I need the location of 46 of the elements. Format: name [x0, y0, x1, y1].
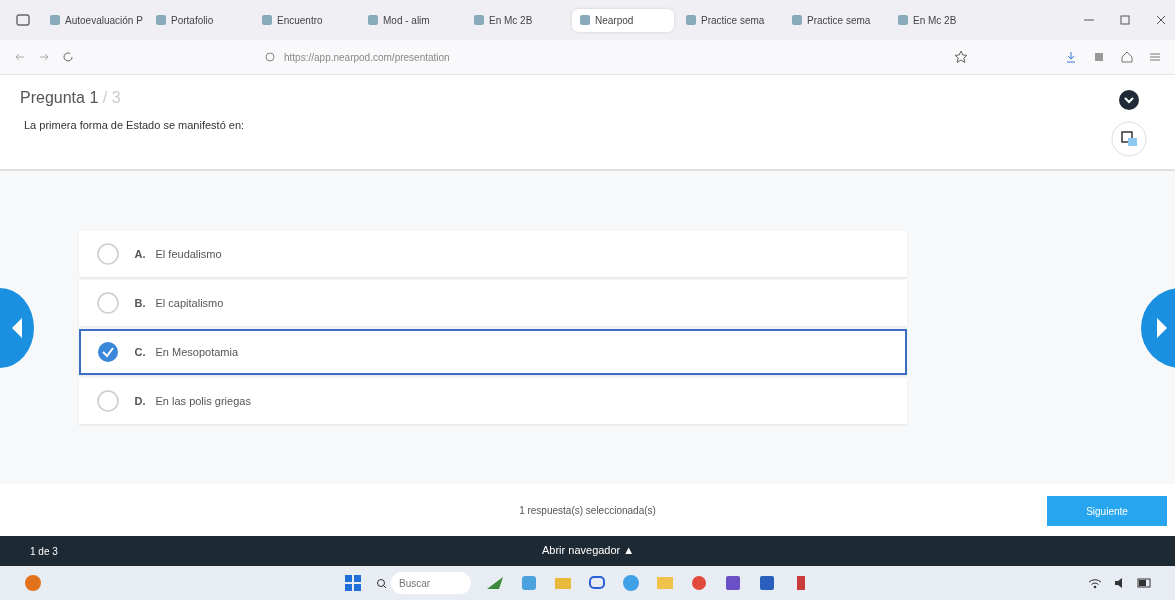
weather-icon[interactable] — [22, 572, 44, 594]
browser-tab[interactable]: En Mc 2B — [466, 8, 568, 32]
open-navigator-button[interactable]: Abrir navegador ▲ — [540, 542, 637, 558]
browser-tab[interactable]: Nearpod — [572, 8, 674, 32]
reload-icon[interactable] — [62, 51, 74, 63]
app-icon[interactable] — [757, 573, 777, 593]
star-icon[interactable] — [954, 50, 968, 64]
menu-icon[interactable] — [1149, 51, 1161, 63]
app-icon[interactable] — [519, 573, 539, 593]
previous-button[interactable] — [0, 287, 34, 368]
question-text: La primera forma de Estado se manifestó en: — [24, 119, 245, 131]
app-icon[interactable] — [723, 573, 743, 593]
answer-option[interactable]: A. El feudalismo — [78, 231, 907, 277]
answer-option[interactable]: D. En las polis griegas — [78, 378, 907, 424]
download-icon[interactable] — [1065, 51, 1077, 63]
back-icon[interactable] — [14, 51, 26, 63]
answer-option[interactable]: C. En Mesopotamia — [78, 329, 907, 375]
browser-tab[interactable]: Autoevaluación P — [42, 8, 144, 32]
selection-status: 1 respuesta(s) seleccionada(s) — [519, 504, 656, 516]
app-icon[interactable] — [621, 573, 641, 593]
close-icon[interactable] — [1155, 14, 1167, 26]
browser-tab[interactable]: Practice sema — [784, 8, 886, 32]
slide-counter: 1 de 3 — [30, 545, 58, 557]
taskbar-search-field[interactable]: Buscar — [391, 572, 471, 594]
next-arrow-button[interactable] — [1141, 287, 1175, 368]
app-icon[interactable] — [689, 573, 709, 593]
search-icon[interactable] — [376, 577, 387, 589]
radio-icon — [96, 243, 119, 265]
home-icon[interactable] — [1121, 51, 1133, 63]
browser-tab[interactable]: Mod - alim — [360, 8, 462, 32]
checked-radio-icon — [96, 341, 119, 363]
battery-icon — [1137, 576, 1153, 590]
radio-icon — [96, 292, 119, 314]
wifi-icon — [1087, 576, 1103, 590]
browser-tab[interactable]: Portafolio — [148, 8, 250, 32]
restore-icon[interactable] — [1119, 14, 1131, 26]
browser-tab[interactable]: En Mc 2B — [890, 8, 992, 32]
tabs-icon[interactable] — [16, 14, 30, 26]
answer-option[interactable]: B. El capitalismo — [78, 280, 907, 326]
forward-icon[interactable] — [38, 51, 50, 63]
radio-icon — [96, 390, 119, 412]
chevron-down-icon[interactable] — [1118, 89, 1140, 111]
start-icon[interactable] — [344, 574, 362, 592]
browser-tab[interactable]: Practice sema — [678, 8, 780, 32]
browser-tab[interactable]: Encuentro — [254, 8, 356, 32]
question-title: Pregunta 1 — [20, 89, 99, 106]
